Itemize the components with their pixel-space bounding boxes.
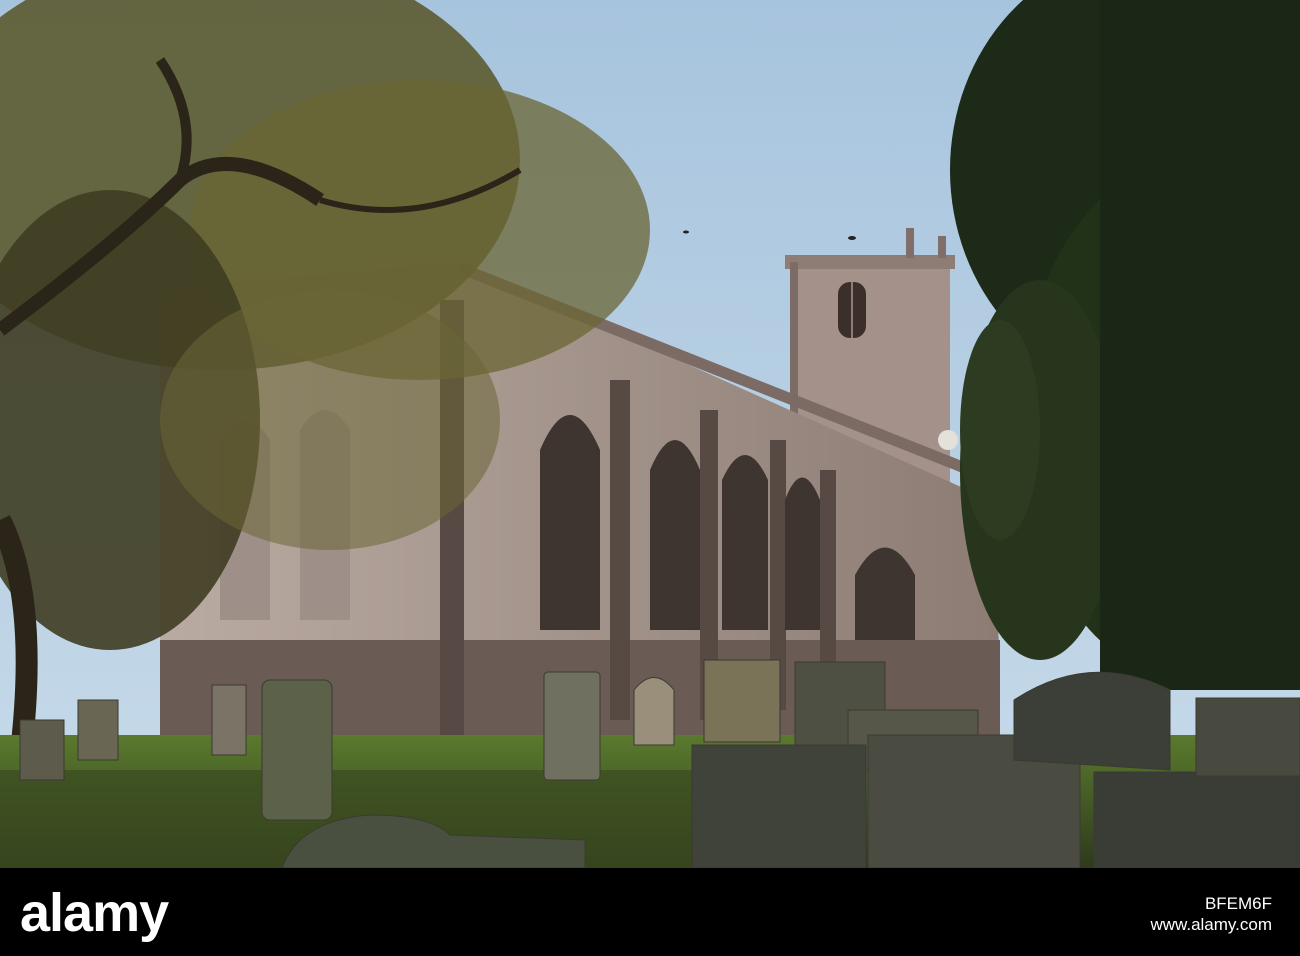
alamy-logo: alamy [20, 882, 169, 944]
watermark-bar: alamy BFEM6F www.alamy.com [0, 868, 1300, 956]
headstone [703, 659, 781, 743]
image-meta: BFEM6F www.alamy.com [1150, 894, 1272, 936]
headstone [1093, 771, 1300, 868]
headstone [543, 671, 601, 781]
headstone [633, 677, 675, 746]
gothic-window [855, 547, 915, 640]
gothic-window [650, 440, 700, 630]
headstone [261, 679, 333, 821]
gothic-window [540, 415, 600, 630]
headstone [1195, 697, 1300, 777]
headstone [211, 684, 247, 756]
photograph [0, 0, 1300, 868]
headstone [1013, 671, 1171, 771]
logo-text: alamy [20, 883, 169, 943]
gothic-window [722, 455, 768, 630]
clock-face [938, 430, 958, 450]
evergreen-trees-right [950, 0, 1300, 690]
headstone [19, 719, 65, 781]
image-url[interactable]: www.alamy.com [1150, 914, 1272, 936]
headstone [691, 744, 867, 868]
church-scene [0, 0, 1300, 868]
gothic-window [785, 477, 820, 630]
headstone [77, 699, 119, 761]
image-id: BFEM6F [1204, 894, 1272, 913]
